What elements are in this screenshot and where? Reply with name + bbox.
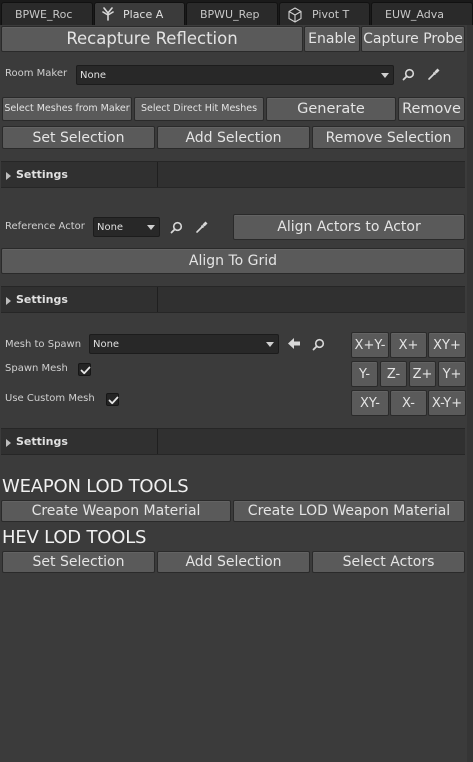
reference-actor-dropdown[interactable]: None (93, 217, 160, 237)
settings-section-1[interactable]: Settings (1, 161, 465, 188)
direction-button-xyplus[interactable]: XY+ (428, 332, 466, 358)
arrow-left-icon[interactable] (287, 337, 301, 350)
tab-label: BPWE_Roc (15, 8, 73, 21)
tab-pivot-tool[interactable]: Pivot T (279, 2, 370, 25)
direction-button-xminus[interactable]: X- (390, 390, 427, 416)
mesh-to-spawn-value: None (93, 338, 120, 350)
direction-button-yplus[interactable]: Y+ (438, 361, 466, 387)
hev-lod-tools-title: HEV LOD TOOLS (2, 527, 147, 548)
spawn-mesh-label: Spawn Mesh (5, 363, 68, 374)
chevron-down-icon (147, 225, 155, 230)
chevron-down-icon (381, 73, 389, 78)
direction-button-xplus-yminus[interactable]: X+Y- (351, 332, 389, 358)
hev-add-selection-button[interactable]: Add Selection (157, 551, 310, 573)
use-custom-mesh-checkbox[interactable] (106, 393, 119, 406)
mesh-to-spawn-dropdown[interactable]: None (89, 334, 279, 354)
create-lod-weapon-material-button[interactable]: Create LOD Weapon Material (233, 500, 465, 522)
tab-label: BPWU_Rep (200, 8, 260, 21)
room-maker-dropdown[interactable]: None (76, 65, 394, 85)
search-icon[interactable] (170, 221, 183, 234)
settings-divider (157, 429, 158, 454)
enable-button[interactable]: Enable (304, 26, 360, 52)
expand-arrow-icon (6, 172, 11, 180)
create-weapon-material-button[interactable]: Create Weapon Material (1, 500, 231, 522)
use-custom-mesh-label: Use Custom Mesh (5, 393, 95, 404)
settings-divider (157, 162, 158, 187)
reference-actor-value: None (97, 221, 124, 233)
select-meshes-from-maker-button[interactable]: Select Meshes from Maker (2, 97, 132, 121)
search-icon[interactable] (312, 338, 325, 351)
settings-section-2[interactable]: Settings (1, 286, 465, 313)
align-to-grid-button[interactable]: Align To Grid (1, 248, 465, 274)
add-selection-button[interactable]: Add Selection (157, 126, 310, 149)
settings-section-3[interactable]: Settings (1, 428, 465, 455)
tab-bar: BPWE_Roc Place A BPWU_Rep Pivot T EUW_Ad… (0, 0, 473, 25)
tab-bpwe-roc[interactable]: BPWE_Roc (1, 2, 93, 25)
direction-button-zplus[interactable]: Z+ (409, 361, 436, 387)
room-maker-label: Room Maker (5, 68, 68, 79)
capture-probe-button[interactable]: Capture Probe (361, 26, 465, 52)
tab-euw-adva[interactable]: EUW_Adva (371, 2, 473, 25)
tab-place-actors[interactable]: Place A (94, 2, 185, 25)
align-actors-to-actor-button[interactable]: Align Actors to Actor (233, 214, 465, 240)
remove-button[interactable]: Remove (398, 97, 465, 121)
cube-icon (288, 7, 302, 23)
tab-label: EUW_Adva (385, 8, 444, 21)
remove-selection-button[interactable]: Remove Selection (312, 126, 465, 149)
scrollbar-track[interactable] (467, 25, 473, 762)
eyedropper-icon[interactable] (427, 67, 441, 81)
settings-title: Settings (16, 168, 68, 181)
direction-button-yminus[interactable]: Y- (351, 361, 378, 387)
direction-button-zminus[interactable]: Z- (380, 361, 407, 387)
checkmark-icon (108, 396, 119, 405)
weapon-lod-tools-title: WEAPON LOD TOOLS (2, 476, 189, 497)
spawn-mesh-checkbox[interactable] (78, 363, 91, 376)
direction-button-xminus-yplus[interactable]: X-Y+ (428, 390, 466, 416)
reference-actor-label: Reference Actor (5, 221, 85, 232)
room-maker-value: None (80, 69, 107, 81)
tab-label: Pivot T (312, 8, 350, 21)
tab-bpwu-rep[interactable]: BPWU_Rep (186, 2, 278, 25)
chevron-down-icon (266, 342, 274, 347)
settings-divider (157, 287, 158, 312)
expand-arrow-icon (6, 439, 11, 447)
set-selection-button[interactable]: Set Selection (2, 126, 155, 149)
place-actors-icon (102, 7, 114, 21)
select-actors-button[interactable]: Select Actors (312, 551, 465, 573)
search-icon[interactable] (402, 68, 415, 81)
expand-arrow-icon (6, 297, 11, 305)
checkmark-icon (80, 366, 91, 375)
direction-button-xplus[interactable]: X+ (390, 332, 427, 358)
mesh-to-spawn-label: Mesh to Spawn (5, 339, 82, 350)
select-direct-hit-meshes-button[interactable]: Select Direct Hit Meshes (134, 97, 264, 121)
hev-set-selection-button[interactable]: Set Selection (2, 551, 155, 573)
recapture-reflection-button[interactable]: Recapture Reflection (1, 26, 303, 52)
eyedropper-icon[interactable] (195, 220, 209, 234)
settings-title: Settings (16, 435, 68, 448)
generate-button[interactable]: Generate (266, 97, 396, 121)
settings-title: Settings (16, 293, 68, 306)
direction-button-xyminus[interactable]: XY- (351, 390, 389, 416)
tab-label: Place A (123, 8, 164, 21)
